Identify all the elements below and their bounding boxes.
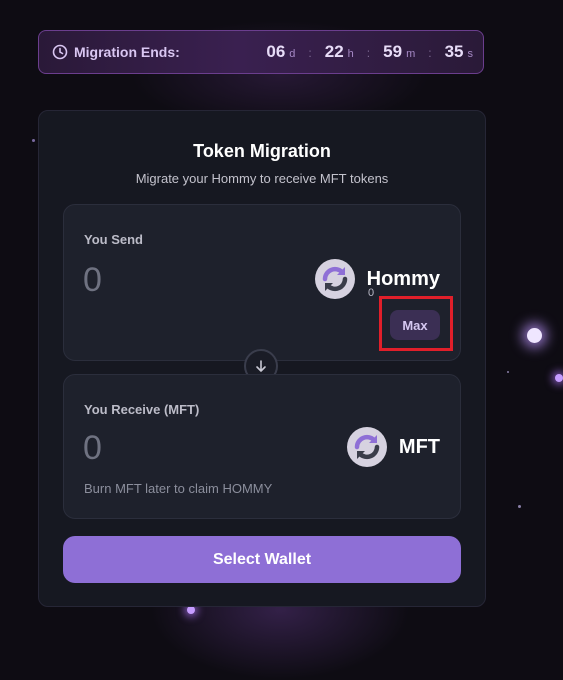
background-star (507, 371, 509, 373)
token-migration-card: Token Migration Migrate your Hommy to re… (38, 110, 486, 607)
send-panel: You Send 0 Hommy 0 Max (63, 204, 461, 361)
card-subtitle: Migrate your Hommy to receive MFT tokens (135, 171, 389, 186)
burn-note: Burn MFT later to claim HOMMY (84, 481, 273, 496)
countdown-days-unit: d (289, 48, 296, 60)
countdown-separator: : (308, 46, 312, 60)
receive-token-name: MFT (398, 435, 440, 458)
receive-amount: 0 (83, 429, 102, 467)
countdown-hours: 22 (324, 42, 344, 61)
background-star (32, 139, 35, 142)
receive-token: MFT (346, 427, 440, 467)
swap-arrows-icon (314, 259, 355, 299)
swap-arrows-icon (346, 427, 387, 467)
background-star (518, 505, 521, 508)
countdown-days: 06 (266, 42, 286, 61)
card-title: Token Migration (193, 141, 331, 161)
background-star (527, 328, 542, 343)
countdown-seconds: 35 (444, 42, 464, 61)
arrow-down-icon (254, 359, 268, 373)
countdown-separator: : (428, 46, 432, 60)
countdown-minutes: 59 (383, 42, 403, 61)
receive-panel: You Receive (MFT) 0 MFT Burn MFT later t… (63, 374, 461, 519)
countdown-hours-unit: h (347, 48, 354, 60)
max-button[interactable]: Max (390, 310, 440, 340)
background-star (555, 374, 563, 382)
countdown-values: 06 d : 22 h : 59 m : 35 s (266, 42, 473, 62)
receive-label: You Receive (MFT) (84, 402, 200, 417)
migration-countdown: Migration Ends: 06 d : 22 h : 59 m : 35 … (38, 30, 484, 74)
countdown-seconds-unit: s (467, 48, 474, 60)
send-token-name: Hommy (366, 267, 440, 290)
send-label: You Send (84, 232, 143, 247)
send-token-balance: 0 (368, 287, 375, 299)
background-star (187, 606, 195, 614)
send-amount-input[interactable]: 0 (83, 261, 102, 300)
countdown-minutes-unit: m (406, 48, 416, 60)
clock-icon (52, 44, 68, 60)
countdown-separator: : (366, 46, 371, 60)
select-wallet-button[interactable]: Select Wallet (63, 536, 461, 583)
countdown-label: Migration Ends: (74, 44, 180, 60)
send-token: Hommy (314, 259, 440, 299)
